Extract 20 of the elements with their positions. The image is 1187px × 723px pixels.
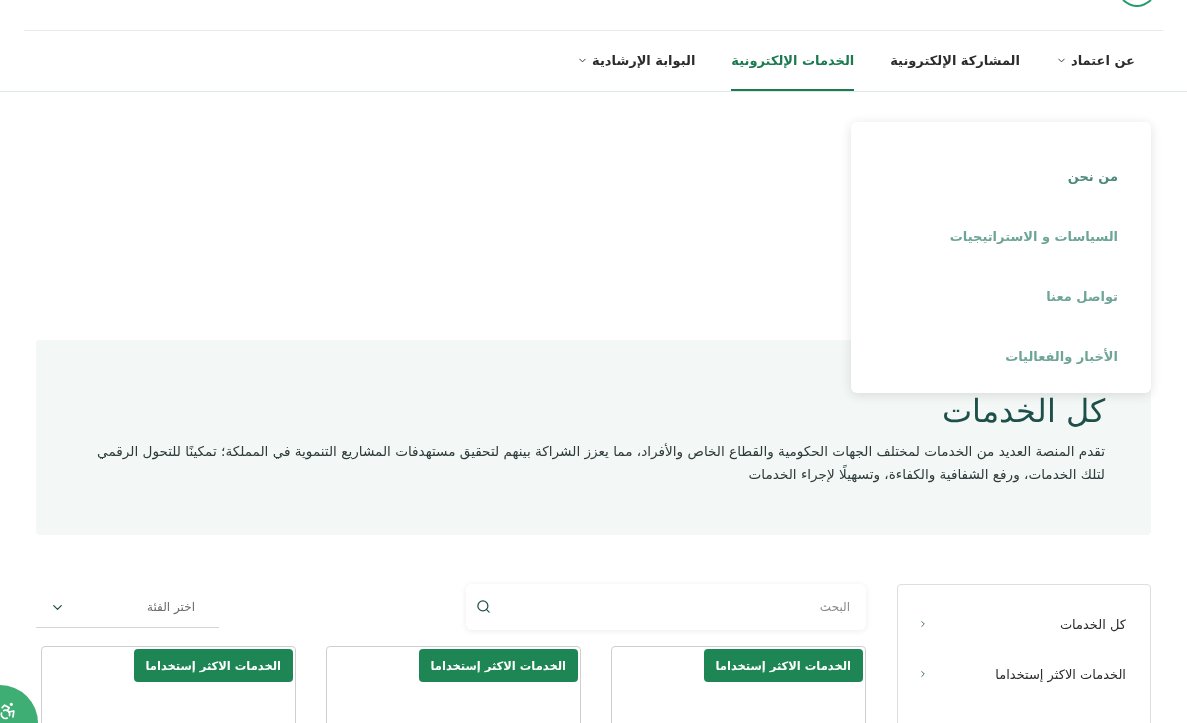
menu-item[interactable]: تواصل معنا <box>851 266 1118 326</box>
category-select[interactable]: اختر الفئة <box>36 587 219 628</box>
intro-text: تقدم المنصة العديد من الخدمات لمختلف الجهات الحكومية والقطاع الخاص والأفراد، مما يعزز الشراكة بينهم لتحقيق مستهدفات المشاريع التنموية في المملكة؛ تمكينًا للتحول الرقمي لتلك الخدمات، ورفع الشفافية والكفاءة، وتسهيلًا لإجراء الخدمات <box>96 442 1105 485</box>
search-field[interactable]: البحث <box>466 584 866 630</box>
menu-item[interactable]: من نحن <box>851 146 1118 206</box>
card-tag: الخدمات الاكثر إستخداما <box>418 649 578 682</box>
card-tag: الخدمات الاكثر إستخداما <box>703 649 863 682</box>
nav-tab[interactable]: المشاركة الإلكترونية <box>890 31 1020 91</box>
sidebar-item[interactable]: الخدمات الاكثر إستخداما <box>918 659 1126 689</box>
service-card[interactable]: الخدمات الاكثر إستخداما <box>41 646 296 723</box>
service-card[interactable]: الخدمات الاكثر إستخداما <box>326 646 581 723</box>
menu-item[interactable]: الأخبار والفعاليات <box>851 326 1118 386</box>
nav-tab[interactable]: الخدمات الإلكترونية <box>731 31 855 91</box>
card-tag: الخدمات الاكثر إستخداما <box>133 649 293 682</box>
service-card[interactable]: الخدمات الاكثر إستخداما <box>611 646 866 723</box>
menu-item[interactable]: السياسات و الاستراتيجيات <box>851 206 1118 266</box>
sidebar-item[interactable]: كل الخدمات <box>918 609 1126 639</box>
page-title: كل الخدمات <box>940 392 1105 430</box>
nav-tab[interactable]: عن اعتماد <box>1055 31 1135 91</box>
nav-tab[interactable]: البوابة الإرشادية <box>577 31 696 91</box>
